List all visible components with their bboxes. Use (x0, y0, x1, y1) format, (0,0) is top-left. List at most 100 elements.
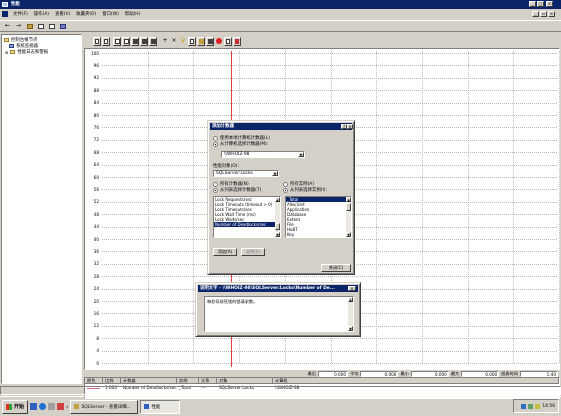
tray-app-icon[interactable] (528, 403, 534, 409)
task-button-performance[interactable]: 性能 (140, 399, 181, 414)
gridline-horizontal (102, 363, 557, 364)
show-tree-icon[interactable] (36, 22, 45, 31)
radio-select-dot[interactable] (213, 141, 218, 147)
new-counter-set-icon[interactable] (93, 36, 101, 46)
radio-select-counters[interactable]: 从列表选择计数器(T) (213, 187, 261, 193)
performance-object-combo[interactable]: SQLServer:Locks ▼ (213, 170, 279, 177)
y-tick-label: 96 (93, 62, 99, 68)
explain-close-button[interactable]: × (348, 286, 356, 291)
mdi-minimize-button[interactable]: _ (532, 11, 539, 17)
menu-window[interactable]: 窗口(W) (99, 11, 122, 17)
scroll-down-icon[interactable]: ▼ (348, 326, 353, 331)
explain-titlebar: 说明文字 - \\WHOIZ-98\SQLServer:Locks\Number… (198, 285, 358, 292)
menu-favorites[interactable]: 收藏夹(O) (73, 11, 99, 17)
counter-list[interactable]: Lock Requests/sec Lock Timeouts (timeout… (213, 196, 281, 238)
network-icon[interactable] (521, 403, 527, 409)
up-icon[interactable] (25, 22, 34, 31)
explain-text-area[interactable]: 每秒导致死锁的锁请求数。 ▲ ▼ (204, 296, 354, 332)
start-button[interactable]: 开始 (2, 399, 29, 414)
scroll-down-icon[interactable]: ▼ (346, 232, 351, 237)
legend-header-counter[interactable]: 计数器 (121, 378, 177, 384)
volume-icon[interactable] (535, 403, 541, 409)
menu-action[interactable]: 操作(A) (31, 11, 52, 17)
delete-icon[interactable]: × (170, 37, 178, 46)
explain-button[interactable]: 说明(E) (241, 248, 265, 256)
window-titlebar: 性能 (0, 0, 561, 9)
scroll-thumb[interactable] (346, 203, 351, 211)
highlight-icon[interactable]: ♀ (179, 37, 187, 46)
legend-header-instance[interactable]: 实例 (177, 378, 199, 384)
desktop-icon[interactable] (30, 403, 38, 410)
back-icon[interactable]: ← (3, 22, 12, 31)
clock[interactable]: 14:56 (542, 404, 555, 409)
chevron-right-icon[interactable]: » (66, 404, 68, 409)
expand-icon[interactable]: ⊞ (5, 50, 8, 55)
legend-header-computer[interactable]: 计算机 (273, 378, 559, 384)
properties-icon[interactable] (206, 36, 214, 46)
clear-icon[interactable] (102, 36, 110, 46)
list-item[interactable]: Key (286, 232, 351, 237)
radio-select-computer[interactable]: 从计算机选择计数器(M): (213, 141, 268, 147)
scroll-up-icon[interactable]: ▲ (275, 197, 280, 202)
app-icon[interactable] (2, 2, 8, 7)
tree-item-perf-logs[interactable]: ⊞ 性能日志和警报 (5, 49, 48, 56)
maximize-button[interactable]: □ (537, 1, 544, 7)
radio-select-instances[interactable]: 从列表选择实例(I): (283, 187, 327, 193)
explain-scrollbar[interactable]: ▲ ▼ (348, 297, 353, 331)
scroll-up-icon[interactable]: ▲ (346, 197, 351, 202)
help-icon[interactable] (58, 22, 67, 31)
browser-icon[interactable] (39, 403, 47, 410)
gridline-horizontal (102, 338, 557, 340)
legend-header-color[interactable]: 颜色 (85, 378, 103, 384)
scroll-thumb[interactable] (275, 223, 280, 230)
list-item-selected[interactable]: Number of Deadlocks/sec (214, 222, 280, 227)
view-log-icon[interactable] (131, 36, 139, 46)
avg-value: 0.000 (360, 370, 399, 377)
forward-icon[interactable]: → (14, 22, 23, 31)
chevron-down-icon[interactable]: ▼ (272, 171, 278, 176)
scroll-down-icon[interactable]: ▼ (275, 232, 280, 237)
explorer-icon[interactable] (48, 403, 56, 410)
copy-icon[interactable] (188, 36, 196, 46)
freeze-icon[interactable] (215, 37, 223, 46)
save-icon[interactable] (149, 36, 157, 46)
radio-all-instances-dot[interactable] (283, 181, 288, 187)
instance-list[interactable]: _Total AllocUnit Application Database Ex… (285, 196, 352, 238)
close-dialog-button[interactable]: 关闭(C) (321, 264, 351, 272)
menu-help[interactable]: 帮助(H) (122, 11, 144, 17)
counter-list-scrollbar[interactable]: ▲ ▼ (275, 197, 280, 237)
radio-select-counters-dot[interactable] (213, 187, 218, 193)
chevron-down-icon[interactable]: ▼ (298, 152, 304, 157)
instance-list-scrollbar[interactable]: ▲ ▼ (346, 197, 351, 237)
report-icon[interactable] (140, 36, 148, 46)
add-icon[interactable]: + (161, 37, 169, 46)
scroll-up-icon[interactable]: ▲ (348, 297, 353, 302)
chart-icon[interactable] (113, 36, 121, 46)
update-icon[interactable] (224, 36, 232, 46)
close-button[interactable]: × (546, 1, 553, 7)
radio-all-counters-dot[interactable] (213, 181, 218, 187)
radio-select-instances-dot[interactable] (283, 187, 288, 193)
min-label: 最小 (400, 370, 409, 376)
app-quick-icon[interactable] (57, 403, 65, 410)
monitor-icon (9, 44, 14, 48)
computer-combo[interactable]: \\WHOIZ-98 ▼ (221, 151, 305, 158)
export-icon[interactable] (47, 22, 56, 31)
paste-icon[interactable] (197, 36, 205, 46)
explain-text-dialog: 说明文字 - \\WHOIZ-98\SQLServer:Locks\Number… (195, 282, 361, 337)
radio-local-dot[interactable] (213, 135, 218, 141)
mdi-close-button[interactable]: × (548, 11, 555, 17)
legend-header-scale[interactable]: 比例 (103, 378, 121, 384)
histogram-icon[interactable] (122, 36, 130, 46)
dialog-close-button[interactable]: × (347, 124, 353, 129)
sysmon-help-icon[interactable] (233, 36, 241, 46)
console-icon[interactable] (2, 11, 8, 17)
task-button-sqlserver[interactable]: SQLServer - 查看详细... (70, 399, 139, 414)
legend-header-parent[interactable]: 父系 (199, 378, 217, 384)
add-button[interactable]: 添加(A) (213, 248, 237, 256)
mdi-restore-button[interactable]: ▫ (540, 11, 547, 17)
minimize-button[interactable]: _ (529, 1, 536, 7)
menu-file[interactable]: 文件(F) (10, 11, 31, 17)
legend-header-object[interactable]: 对象 (217, 378, 273, 384)
menu-view[interactable]: 查看(V) (52, 11, 73, 17)
